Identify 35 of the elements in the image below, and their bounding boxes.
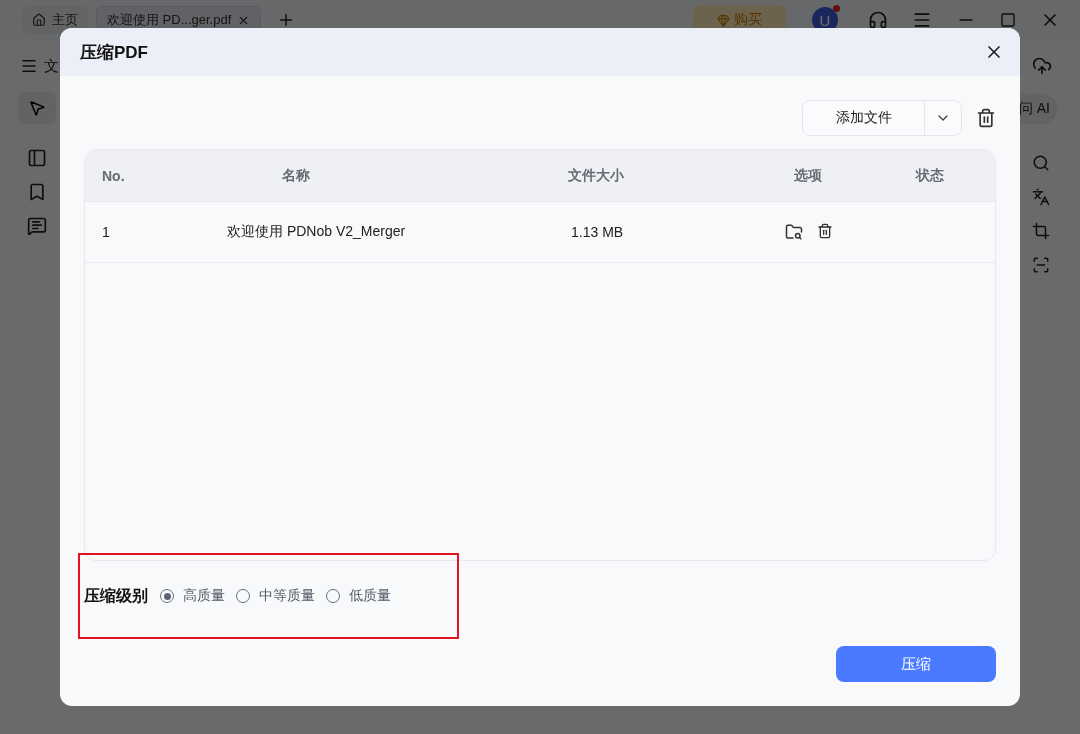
menu-icon[interactable]	[912, 10, 932, 30]
column-header: 选项	[793, 166, 823, 185]
folder-icon[interactable]	[785, 223, 803, 241]
compress-button[interactable]: 压缩	[836, 646, 996, 682]
upload-icon[interactable]	[1032, 56, 1052, 76]
table-cell-text: 欢迎使用 PDNob V2_Merger	[227, 223, 407, 241]
gem-icon	[717, 13, 730, 27]
menu-label[interactable]: 文	[44, 56, 59, 76]
dialog-title: 压缩PDF	[80, 41, 148, 64]
trash-icon[interactable]	[817, 223, 833, 241]
pointer-icon	[28, 99, 46, 117]
comment-icon[interactable]	[27, 216, 47, 236]
column-header: No.	[101, 167, 126, 184]
column-header: 状态	[916, 166, 945, 185]
pointer-tool[interactable]	[18, 92, 56, 124]
crop-icon[interactable]	[1032, 222, 1050, 240]
column-header: 文件大小	[568, 166, 625, 185]
panel-icon[interactable]	[27, 148, 47, 168]
scan-icon[interactable]	[1032, 256, 1050, 274]
translate-icon[interactable]	[1032, 188, 1050, 206]
bookmark-icon[interactable]	[27, 182, 47, 202]
tab[interactable]: 主页	[22, 6, 88, 34]
maximize-icon[interactable]	[1000, 12, 1016, 28]
table-cell-text: 1	[101, 224, 111, 240]
radio-option[interactable]: 中等质量	[236, 587, 315, 605]
search-icon[interactable]	[1032, 154, 1050, 172]
radio-option[interactable]: 低质量	[326, 587, 391, 605]
column-header: 名称	[281, 166, 311, 185]
radio-option[interactable]: 高质量	[160, 587, 225, 605]
headset-icon[interactable]	[868, 10, 888, 30]
notification-dot	[833, 5, 840, 12]
table-cell-text: 1.13 MB	[570, 224, 625, 240]
clear-icon[interactable]	[976, 108, 996, 128]
level-label: 压缩级别	[84, 585, 148, 606]
home-icon	[32, 13, 46, 27]
